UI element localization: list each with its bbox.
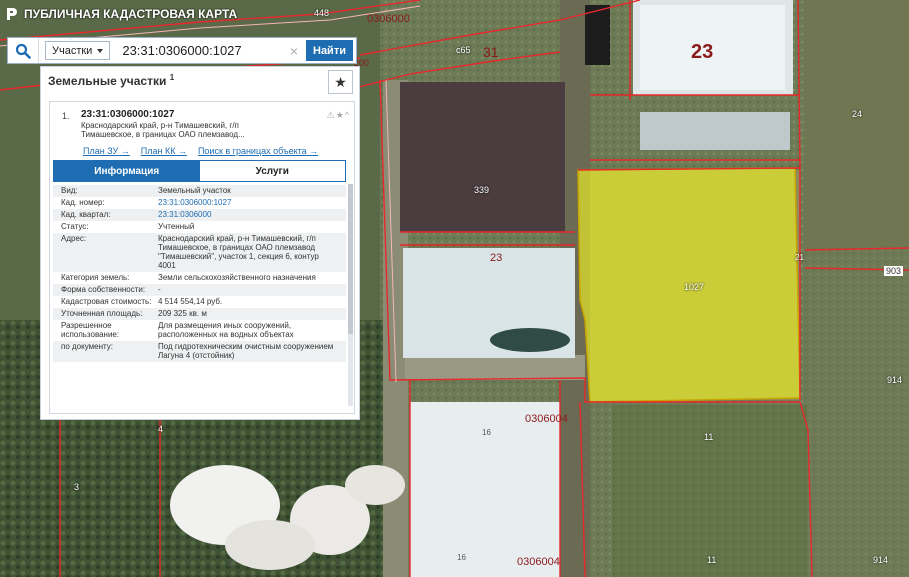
tab-info[interactable]: Информация bbox=[54, 161, 200, 181]
card-actions: ⚠★^ bbox=[327, 110, 350, 121]
tab-services[interactable]: Услуги bbox=[199, 161, 345, 181]
search-type-label: Участки bbox=[52, 44, 93, 57]
plan-zu-link[interactable]: План ЗУ → bbox=[83, 146, 130, 156]
collapse-icon[interactable]: ^ bbox=[345, 110, 350, 120]
table-row: Форма собственности: - bbox=[53, 284, 346, 296]
search-type-select[interactable]: Участки bbox=[45, 41, 111, 60]
warning-icon[interactable]: ⚠ bbox=[327, 110, 336, 120]
plan-kk-link[interactable]: План КК → bbox=[141, 146, 187, 156]
scrollbar[interactable] bbox=[348, 184, 353, 406]
info-table: Вид: Земельный участок Кад. номер: 23:31:0… bbox=[53, 185, 346, 362]
rosreestr-logo-icon bbox=[7, 8, 17, 20]
address-short: Краснодарский край, р-н Тимашевский, г/п… bbox=[81, 121, 245, 139]
panel-title: Земельные участки 1 bbox=[48, 73, 175, 88]
scrollbar-thumb[interactable] bbox=[348, 184, 353, 334]
table-row: Разрешенное использование: Для размещения… bbox=[61, 321, 294, 339]
search-icon[interactable] bbox=[8, 38, 39, 63]
search-input[interactable]: 23:31:0306000:1027 bbox=[122, 43, 286, 58]
search-button[interactable]: Найти bbox=[306, 40, 353, 61]
card-links: План ЗУ → План КК → Поиск в границах объ… bbox=[83, 146, 318, 156]
table-row: Уточненная площадь: 209 325 кв. м bbox=[53, 308, 346, 320]
cad-number[interactable]: 23:31:0306000:1027 bbox=[81, 109, 174, 120]
star-icon: ★ bbox=[334, 73, 347, 90]
app-header: ПУБЛИЧНАЯ КАДАСТРОВАЯ КАРТА bbox=[6, 7, 237, 21]
table-row: Вид: Земельный участок bbox=[53, 185, 346, 197]
selected-parcel-1027 bbox=[577, 167, 801, 403]
favorite-button[interactable]: ★ bbox=[328, 70, 353, 94]
chevron-down-icon bbox=[97, 48, 104, 53]
search-bar: Участки 23:31:0306000:1027 × Найти bbox=[7, 37, 357, 64]
table-row: Кадастровая стоимость: 4 514 554,14 руб. bbox=[61, 297, 223, 306]
parcel-card: 1. 23:31:0306000:1027 Краснодарский край… bbox=[49, 101, 355, 414]
table-row: Статус: Учтенный bbox=[61, 222, 195, 231]
search-in-bounds-link[interactable]: Поиск в границах объекта → bbox=[198, 146, 318, 156]
star-icon[interactable]: ★ bbox=[336, 110, 345, 120]
table-row: Кад. номер: 23:31:0306000:1027 bbox=[53, 197, 346, 209]
results-panel: Земельные участки 1 ★ 1. 23:31:0306000:1… bbox=[40, 66, 360, 420]
table-row: по документу: Под гидротехническим очистн… bbox=[53, 341, 346, 362]
cad-number-link[interactable]: 23:31:0306000:1027 bbox=[158, 198, 338, 207]
cad-quarter-link[interactable]: 23:31:0306000 bbox=[158, 210, 338, 219]
results-count: 1 bbox=[169, 73, 175, 82]
item-index: 1. bbox=[62, 111, 70, 121]
clear-icon[interactable]: × bbox=[286, 43, 302, 59]
table-row: Кад. квартал: 23:31:0306000 bbox=[53, 209, 346, 221]
table-row: Категория земель: Земли сельскохозяйствен… bbox=[61, 273, 316, 282]
app-title: ПУБЛИЧНАЯ КАДАСТРОВАЯ КАРТА bbox=[24, 7, 238, 21]
card-tabs: Информация Услуги bbox=[53, 160, 346, 182]
table-row: Адрес: Краснодарский край, р-н Тимашевски… bbox=[53, 233, 346, 272]
